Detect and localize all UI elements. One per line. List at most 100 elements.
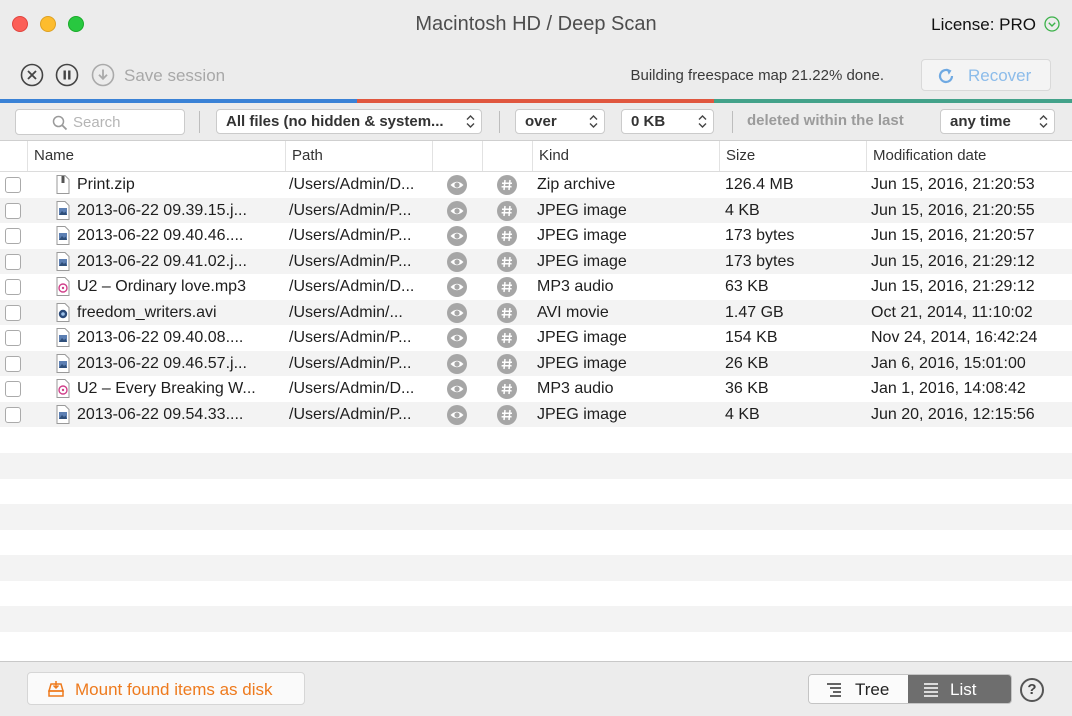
table-row[interactable]: Print.zip/Users/Admin/D... Zip archive 126… <box>0 172 1072 198</box>
preview-eye-icon[interactable] <box>447 175 467 195</box>
search-input[interactable] <box>73 113 178 131</box>
search-field[interactable] <box>15 109 185 135</box>
preview-eye-icon[interactable] <box>447 200 467 221</box>
column-header-name[interactable]: Name <box>27 141 285 171</box>
file-path: /Users/Admin/D... <box>289 380 415 397</box>
file-size: 26 KB <box>725 354 769 372</box>
row-checkbox[interactable] <box>5 279 21 295</box>
size-value: 0 KB <box>631 113 666 130</box>
save-session-button[interactable]: Save session <box>124 66 225 86</box>
size-comparator-dropdown[interactable]: over <box>515 109 605 134</box>
checksum-hash-icon[interactable] <box>497 404 517 425</box>
recover-button[interactable]: Recover <box>921 59 1051 91</box>
table-row[interactable]: 2013-06-22 09.46.57.j... /Users/Admin/P..… <box>0 350 1072 376</box>
file-path: /Users/Admin/D... <box>289 278 415 295</box>
table-row[interactable]: 2013-06-22 09.41.02.j... /Users/Admin/P..… <box>0 248 1072 274</box>
jpeg-file-icon <box>55 404 71 424</box>
table-row[interactable]: U2 – Every Breaking W... /Users/Admin/D..… <box>0 376 1072 402</box>
preview-eye-icon[interactable] <box>447 226 467 246</box>
checksum-hash-icon[interactable] <box>497 328 517 348</box>
checksum-hash-icon[interactable] <box>497 379 517 399</box>
filter-divider <box>499 111 500 133</box>
filter-divider <box>732 111 733 133</box>
row-checkbox[interactable] <box>5 406 21 423</box>
file-size: 4 KB <box>725 405 760 423</box>
stop-scan-icon[interactable] <box>20 63 44 87</box>
pause-scan-icon[interactable] <box>55 63 79 87</box>
file-kind: JPEG image <box>537 354 627 372</box>
time-range-dropdown[interactable]: any time <box>940 109 1055 134</box>
preview-eye-icon[interactable] <box>447 404 467 425</box>
table-row[interactable]: 2013-06-22 09.54.33.... /Users/Admin/P...… <box>0 401 1072 427</box>
search-icon <box>52 115 68 131</box>
column-header-kind[interactable]: Kind <box>532 141 719 171</box>
file-size: 173 bytes <box>725 227 795 244</box>
file-modified-date: Jun 15, 2016, 21:20:57 <box>871 227 1035 244</box>
file-size: 36 KB <box>725 380 769 397</box>
preview-eye-icon[interactable] <box>447 251 467 272</box>
size-comparator-value: over <box>525 113 557 130</box>
file-name: 2013-06-22 09.39.15.j... <box>77 201 247 219</box>
file-size: 154 KB <box>725 329 778 346</box>
column-header-checksum[interactable] <box>482 141 532 171</box>
list-view-button[interactable]: List <box>908 675 1011 703</box>
save-session-icon[interactable] <box>91 63 115 87</box>
row-checkbox[interactable] <box>5 304 21 321</box>
checksum-hash-icon[interactable] <box>497 277 517 297</box>
table-row[interactable]: 2013-06-22 09.39.15.j... /Users/Admin/P..… <box>0 197 1072 223</box>
row-checkbox[interactable] <box>5 177 21 193</box>
row-checkbox[interactable] <box>5 355 21 372</box>
column-header-size[interactable]: Size <box>719 141 866 171</box>
chevron-updown-icon <box>466 115 475 128</box>
checksum-hash-icon[interactable] <box>497 251 517 272</box>
table-row[interactable]: freedom_writers.avi/Users/Admin/... AVI m… <box>0 299 1072 325</box>
file-list: Print.zip/Users/Admin/D... Zip archive 126… <box>0 172 1072 427</box>
jpeg-file-icon <box>55 328 71 347</box>
checksum-hash-icon[interactable] <box>497 302 517 323</box>
file-name: Print.zip <box>77 176 135 193</box>
checksum-hash-icon[interactable] <box>497 226 517 246</box>
file-size: 63 KB <box>725 278 769 295</box>
checksum-hash-icon[interactable] <box>497 175 517 195</box>
column-header-path[interactable]: Path <box>285 141 432 171</box>
row-checkbox[interactable] <box>5 253 21 270</box>
jpeg-file-icon <box>55 251 71 271</box>
column-header-modified[interactable]: Modification date <box>866 141 1072 171</box>
checksum-hash-icon[interactable] <box>497 353 517 374</box>
toolbar: Save session Building freespace map 21.2… <box>0 50 1072 100</box>
license-status: License: PRO <box>931 15 1036 34</box>
mount-disk-button[interactable]: Mount found items as disk <box>27 672 305 705</box>
file-type-filter-dropdown[interactable]: All files (no hidden & system... <box>216 109 482 134</box>
mount-disk-label: Mount found items as disk <box>75 680 273 699</box>
preview-eye-icon[interactable] <box>447 302 467 323</box>
view-mode-switch: Tree List <box>808 674 1012 704</box>
avi-file-icon <box>55 302 71 322</box>
tree-view-button[interactable]: Tree <box>809 675 908 703</box>
empty-stripe <box>0 606 1072 632</box>
preview-eye-icon[interactable] <box>447 328 467 348</box>
row-checkbox[interactable] <box>5 202 21 219</box>
preview-eye-icon[interactable] <box>447 379 467 399</box>
preview-eye-icon[interactable] <box>447 353 467 374</box>
file-path: /Users/Admin/P... <box>289 201 412 219</box>
preview-eye-icon[interactable] <box>447 277 467 297</box>
table-row[interactable]: 2013-06-22 09.40.08.... /Users/Admin/P...… <box>0 325 1072 351</box>
table-row[interactable]: U2 – Ordinary love.mp3/Users/Admin/D... M… <box>0 274 1072 300</box>
zip-file-icon <box>55 175 71 194</box>
filter-bar: All files (no hidden & system... over 0 … <box>0 103 1072 141</box>
file-path: /Users/Admin/D... <box>289 176 415 193</box>
scan-status: Building freespace map 21.22% done. <box>630 67 884 84</box>
table-row[interactable]: 2013-06-22 09.40.46.... /Users/Admin/P...… <box>0 223 1072 249</box>
help-button[interactable]: ? <box>1020 678 1044 702</box>
file-name: freedom_writers.avi <box>77 303 217 321</box>
file-path: /Users/Admin/P... <box>289 329 412 346</box>
file-type-filter-value: All files (no hidden & system... <box>226 113 444 130</box>
row-checkbox[interactable] <box>5 228 21 244</box>
size-value-dropdown[interactable]: 0 KB <box>621 109 714 134</box>
row-checkbox[interactable] <box>5 330 21 346</box>
chevron-circle-icon[interactable] <box>1044 16 1060 32</box>
checksum-hash-icon[interactable] <box>497 200 517 221</box>
file-path: /Users/Admin/... <box>289 303 403 321</box>
column-header-preview[interactable] <box>432 141 482 171</box>
row-checkbox[interactable] <box>5 381 21 397</box>
